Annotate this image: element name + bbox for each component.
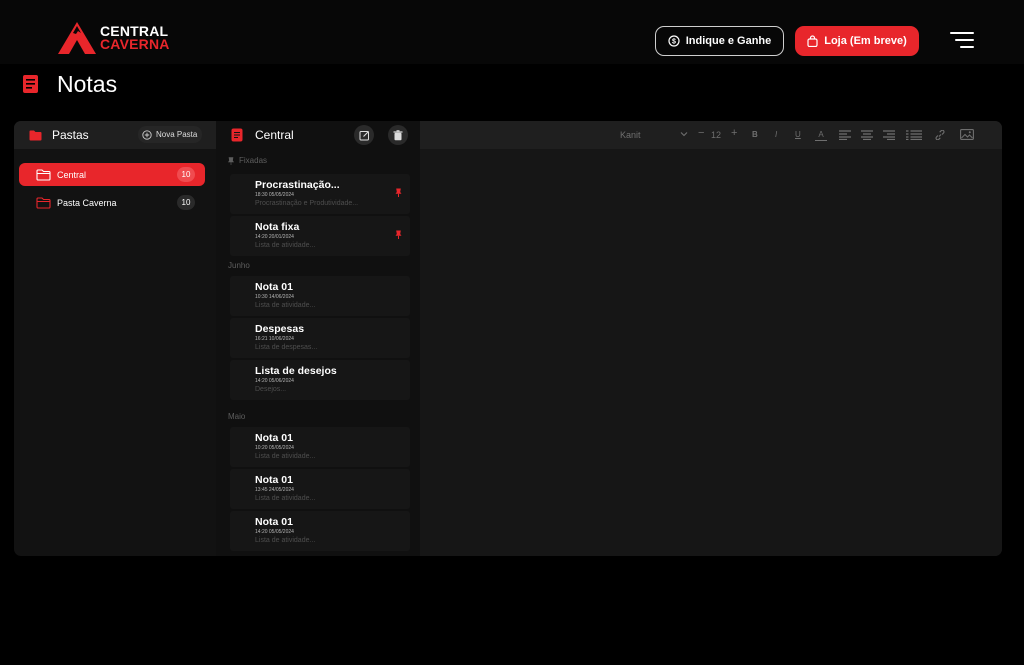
delete-note-button[interactable] <box>388 125 408 145</box>
section-label: Fixadas <box>239 156 268 165</box>
editor-toolbar: Kanit − 12 + B I U A <box>620 121 1002 149</box>
section-header-month: Maio <box>228 412 245 421</box>
note-item[interactable]: Nota fixa 14:20 20/01/2024 Lista de ativ… <box>230 216 410 256</box>
folders-title: Pastas <box>52 128 89 142</box>
folder-outline-icon <box>36 168 51 181</box>
folder-label: Pasta Caverna <box>57 197 117 208</box>
note-preview: Lista de atividade... <box>255 242 316 249</box>
note-item[interactable]: Nota 01 13:45 24/05/2024 Lista de ativid… <box>230 469 410 509</box>
note-title: Nota 01 <box>255 474 293 486</box>
refer-and-earn-button[interactable]: $ Indique e Ganhe <box>655 26 784 56</box>
note-title: Despesas <box>255 323 305 335</box>
font-size-increase-button[interactable]: + <box>731 128 737 139</box>
note-title: Nota 01 <box>255 516 293 528</box>
chevron-down-icon[interactable] <box>680 131 688 137</box>
svg-text:$: $ <box>672 39 676 46</box>
refer-button-label: Indique e Ganhe <box>685 35 772 47</box>
note-date: 14:20 05/05/2024 <box>255 529 294 535</box>
pin-icon <box>228 156 234 165</box>
note-date: 18:30 05/05/2024 <box>255 192 294 198</box>
note-date: 14:20 20/01/2024 <box>255 234 294 240</box>
note-date: 10:30 14/06/2024 <box>255 294 294 300</box>
note-title: Nota fixa <box>255 221 300 233</box>
logo-line-2: CAVERNA <box>100 36 170 52</box>
font-size-value[interactable]: 12 <box>711 130 721 140</box>
folder-outline-icon <box>36 196 51 209</box>
pin-icon[interactable] <box>395 230 402 239</box>
folder-icon <box>29 130 42 141</box>
font-family-select[interactable]: Kanit <box>620 130 641 140</box>
shopping-bag-icon <box>807 35 818 47</box>
folder-item-pasta-caverna[interactable]: Pasta Caverna 10 <box>19 191 205 214</box>
underline-button[interactable]: U <box>795 130 801 140</box>
new-note-button[interactable] <box>354 125 374 145</box>
note-date: 14:20 05/06/2024 <box>255 378 294 384</box>
plus-circle-icon <box>142 129 152 140</box>
notes-workspace: Pastas Nova Pasta Central 10 Pasta Caver… <box>14 121 1002 556</box>
page-header: Notas <box>22 70 117 98</box>
note-preview: Procrastinação e Produtividade... <box>255 200 359 207</box>
notes-list-title: Central <box>255 128 294 142</box>
trash-icon <box>393 129 403 140</box>
mountain-logo-icon <box>58 22 96 54</box>
central-caverna-logo[interactable]: CENTRAL CAVERNA <box>58 22 170 54</box>
top-navigation-bar: CENTRAL CAVERNA $ Indique e Ganhe Loja (… <box>0 0 1024 64</box>
note-item[interactable]: Nota 01 14:20 05/05/2024 Lista de ativid… <box>230 511 410 551</box>
note-item[interactable]: Despesas 16:21 10/06/2024 Lista de despe… <box>230 318 410 358</box>
section-header-month: Junho <box>228 261 250 270</box>
list-icon[interactable] <box>906 130 922 140</box>
note-item[interactable]: Nota 01 10:30 14/06/2024 Lista de ativid… <box>230 276 410 316</box>
align-center-icon[interactable] <box>861 130 873 140</box>
folder-count-badge: 10 <box>177 167 195 182</box>
folder-label: Central <box>57 169 87 180</box>
note-title: Procrastinação... <box>255 179 340 191</box>
note-title: Nota 01 <box>255 281 293 293</box>
section-header-pinned: Fixadas <box>228 156 267 165</box>
new-folder-label: Nova Pasta <box>156 130 198 139</box>
logo-wordmark: CENTRAL CAVERNA <box>100 24 170 52</box>
folder-item-central[interactable]: Central 10 <box>19 163 205 186</box>
note-editor-area[interactable] <box>420 149 1002 556</box>
new-folder-button[interactable]: Nova Pasta <box>138 126 203 143</box>
page-title: Notas <box>57 70 118 97</box>
folder-count-badge: 10 <box>177 195 195 210</box>
align-right-icon[interactable] <box>883 130 895 140</box>
link-icon[interactable] <box>934 130 946 140</box>
pin-icon[interactable] <box>395 188 402 197</box>
note-item[interactable]: Lista de desejos 14:20 05/06/2024 Desejo… <box>230 360 410 400</box>
note-item[interactable]: Nota 01 10:20 05/05/2024 Lista de ativid… <box>230 427 410 467</box>
note-preview: Lista de atividade... <box>255 302 316 309</box>
section-label: Junho <box>228 261 250 270</box>
note-item[interactable]: Procrastinação... 18:30 05/05/2024 Procr… <box>230 174 410 214</box>
notes-icon <box>23 75 38 93</box>
note-preview: Lista de atividade... <box>255 495 316 502</box>
store-button[interactable]: Loja (Em breve) <box>795 26 919 56</box>
section-label: Maio <box>228 412 246 421</box>
note-preview: Lista de despesas... <box>255 344 318 351</box>
note-preview: Desejos... <box>255 386 287 393</box>
note-preview: Lista de atividade... <box>255 537 316 544</box>
note-date: 16:21 10/06/2024 <box>255 336 294 342</box>
bold-button[interactable]: B <box>752 130 758 140</box>
note-title: Lista de desejos <box>255 365 337 377</box>
font-size-decrease-button[interactable]: − <box>698 128 704 139</box>
italic-button[interactable]: I <box>775 130 777 140</box>
image-icon[interactable] <box>960 129 974 140</box>
note-date: 13:45 24/05/2024 <box>255 487 294 493</box>
folders-column: Pastas Nova Pasta Central 10 Pasta Caver… <box>14 121 216 556</box>
notes-list-column: Central Fixadas Procrastinação... 18:30 … <box>216 121 420 556</box>
note-document-icon <box>231 128 243 142</box>
store-button-label: Loja (Em breve) <box>824 35 907 47</box>
coin-icon: $ <box>668 35 680 47</box>
edit-square-icon <box>359 130 369 140</box>
hamburger-menu-icon[interactable] <box>950 31 974 51</box>
align-left-icon[interactable] <box>839 130 851 140</box>
note-title: Nota 01 <box>255 432 293 444</box>
note-preview: Lista de atividade... <box>255 453 316 460</box>
note-date: 10:20 05/05/2024 <box>255 445 294 451</box>
text-color-button[interactable]: A <box>815 130 827 141</box>
